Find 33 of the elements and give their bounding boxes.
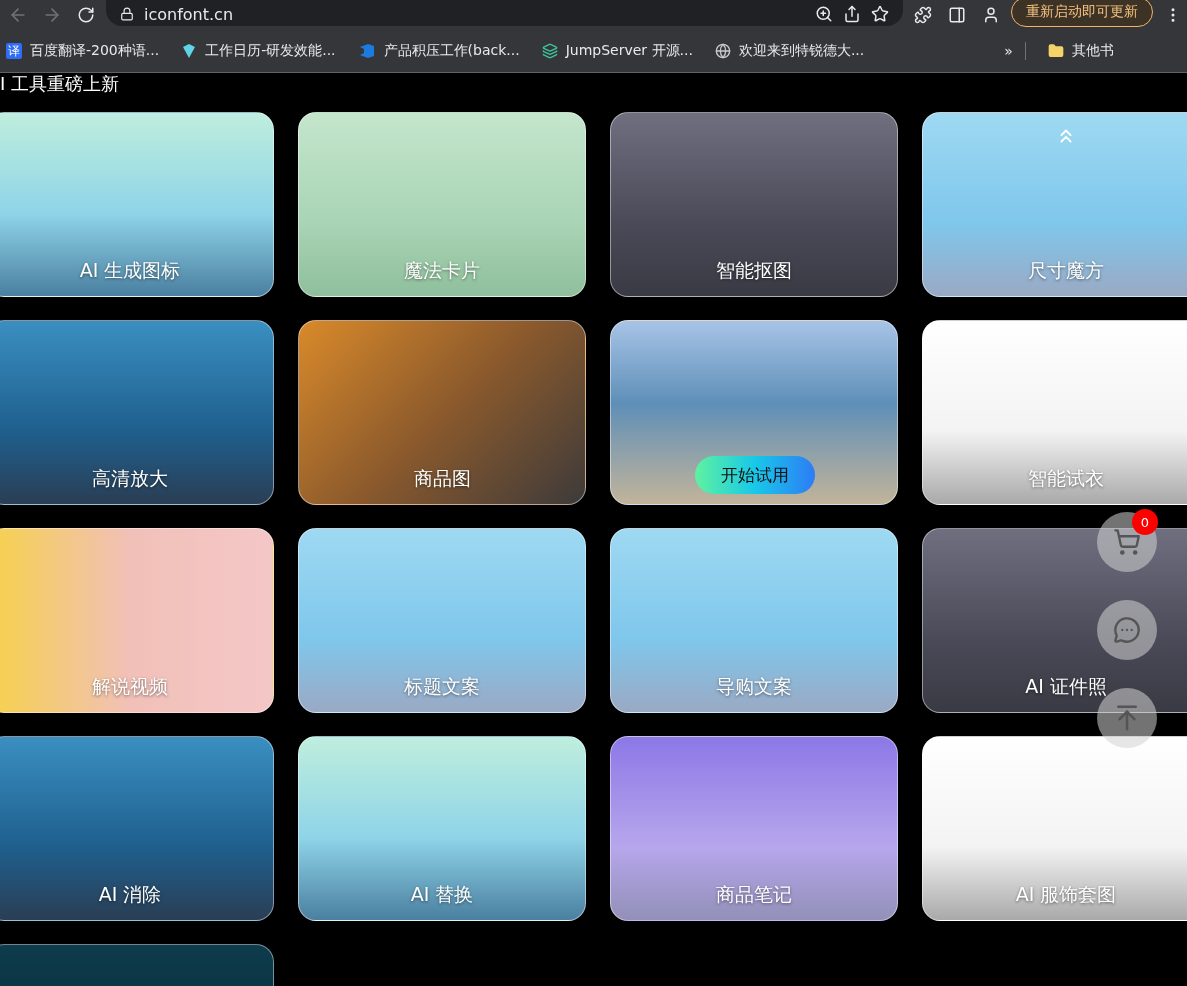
bookmark-item[interactable]: JumpServer 开源...: [541, 42, 693, 60]
address-bar[interactable]: iconfont.cn: [106, 0, 903, 26]
folder-icon: [1047, 43, 1064, 59]
star-icon[interactable]: [871, 5, 889, 23]
chat-icon: [1113, 616, 1141, 644]
try-button[interactable]: 开始试用: [695, 456, 815, 494]
tool-card[interactable]: 智能抠图: [610, 112, 898, 297]
bookmark-item[interactable]: 译 百度翻译-200种语...: [6, 42, 160, 60]
tool-card[interactable]: 高清放大: [0, 320, 274, 505]
reload-icon[interactable]: [77, 6, 95, 24]
tool-card[interactable]: AI 消除: [0, 736, 274, 921]
lock-icon: [120, 7, 134, 21]
overflow-button[interactable]: »: [1004, 43, 1013, 59]
tool-card[interactable]: 开始试用: [610, 320, 898, 505]
bookmark-folder[interactable]: 其他书: [1047, 42, 1114, 60]
chat-button[interactable]: [1097, 600, 1157, 660]
layers-icon: [541, 43, 558, 59]
section-title: I 工具重磅上新: [0, 73, 121, 95]
bookmark-item[interactable]: 产品积压工作(back...: [357, 42, 520, 60]
profile-icon[interactable]: [982, 6, 1000, 24]
bookmark-item[interactable]: 工作日历-研发效能...: [181, 42, 336, 60]
bookmark-item[interactable]: 欢迎来到特锐德大...: [714, 42, 865, 60]
translate-icon: 译: [6, 43, 22, 59]
share-icon[interactable]: [843, 5, 861, 23]
sidebar-icon[interactable]: [948, 6, 966, 24]
tool-card[interactable]: AI 证件照: [922, 528, 1187, 713]
update-button[interactable]: 重新启动即可更新: [1011, 0, 1153, 27]
tool-card[interactable]: 商品图: [298, 320, 586, 505]
zoom-icon[interactable]: [815, 5, 833, 23]
globe-icon: [714, 43, 731, 59]
diamond-icon: [181, 43, 198, 59]
puzzle-icon[interactable]: [914, 6, 932, 24]
cart-icon: [1113, 528, 1141, 556]
